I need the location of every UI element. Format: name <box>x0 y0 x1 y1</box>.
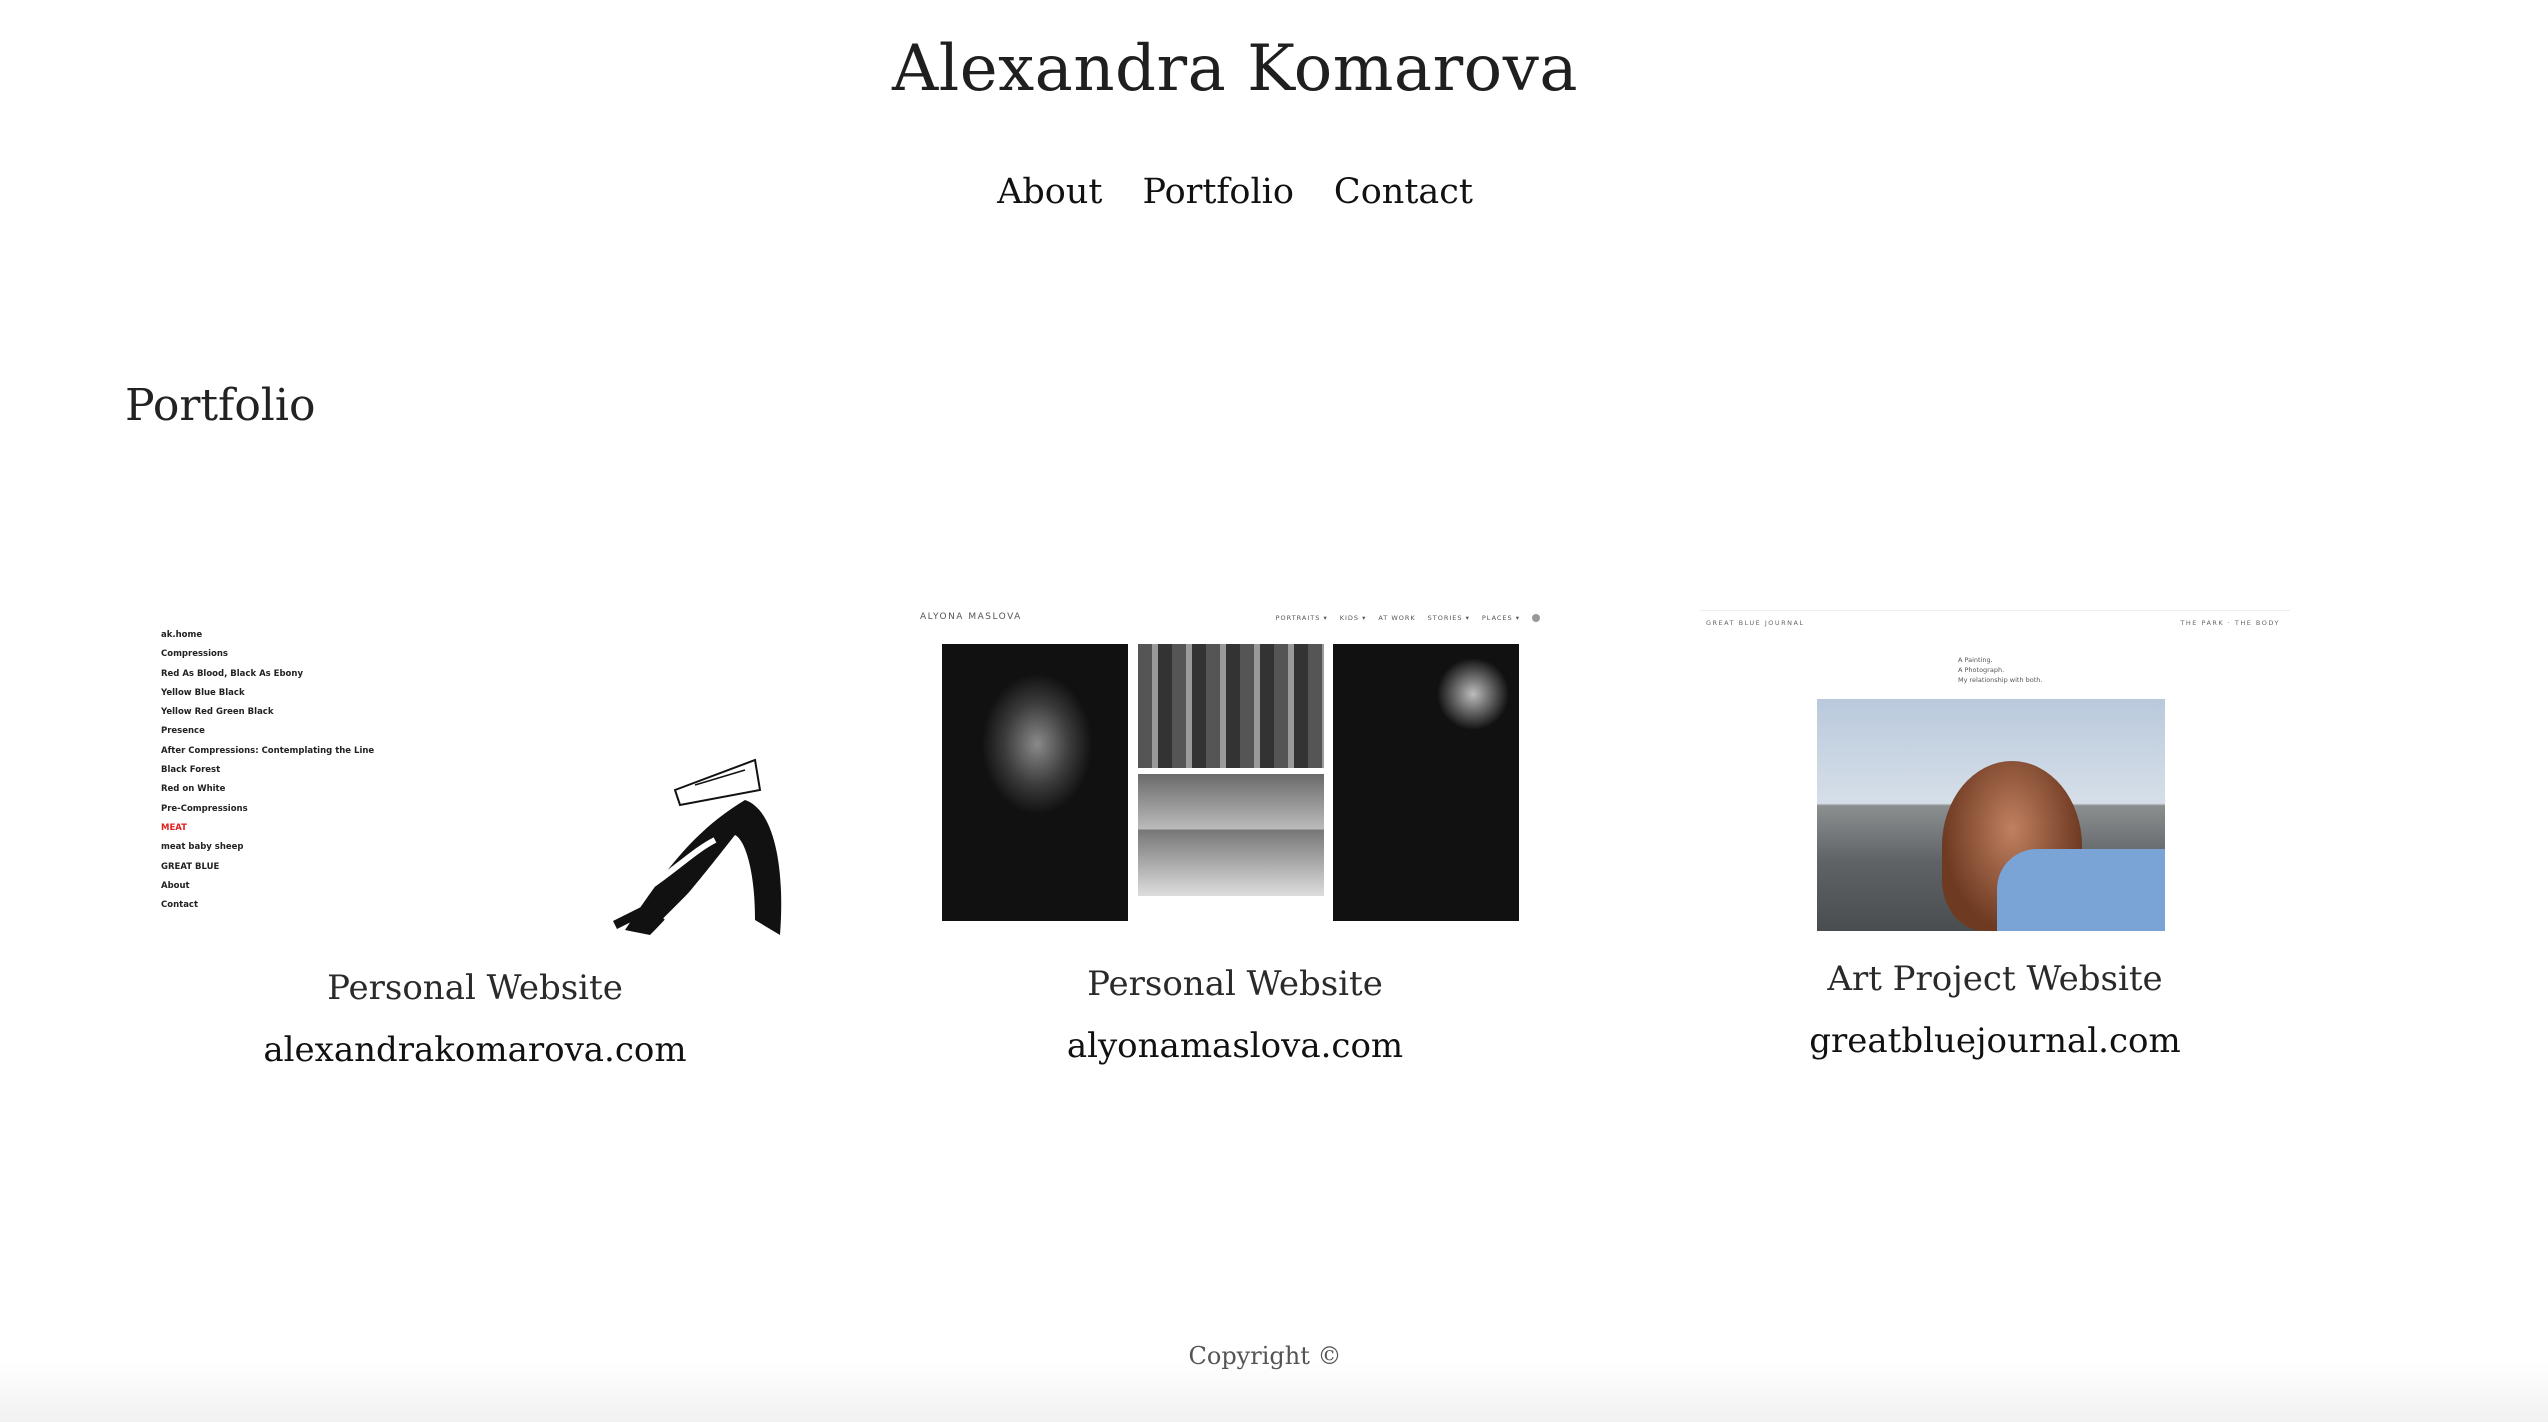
thumbnail-menu-item: STORIES ▾ <box>1427 614 1470 622</box>
thumbnail-menu-item-active: MEAT <box>161 822 187 833</box>
thumbnail-menu-item: About <box>161 880 190 891</box>
photo-figure-sweater <box>1997 849 2165 931</box>
main-nav: About Portfolio Contact <box>0 172 2470 212</box>
ink-drawing-image <box>612 758 782 935</box>
children-photo <box>1138 774 1324 896</box>
thumbnail-intro-line: My relationship with both. <box>1958 676 2043 684</box>
nav-portfolio[interactable]: Portfolio <box>1142 172 1293 212</box>
portfolio-card-2: ALYONA MASLOVA PORTRAITS ▾ KIDS ▾ AT WOR… <box>855 610 1615 1066</box>
project-kind-label: Art Project Website <box>1827 959 2163 999</box>
project-url-link[interactable]: alyonamaslova.com <box>855 1026 1615 1066</box>
thumbnail-menu-item: Pre-Compressions <box>161 803 248 814</box>
thumbnail-menu-list: ak.home Compressions Red As Blood, Black… <box>161 626 374 915</box>
thumbnail-intro-text: A Painting. A Photograph. My relationshi… <box>1958 655 2043 685</box>
tulips-photo <box>1333 644 1519 921</box>
thumbnail-menu-item: After Compressions: Contemplating the Li… <box>161 745 375 756</box>
thumbnail-menu-item: Yellow Blue Black <box>161 687 245 698</box>
project-kind-label: Personal Website <box>1087 964 1383 1004</box>
project-url-link[interactable]: alexandrakomarova.com <box>95 1030 855 1070</box>
thumbnail-menu-item: GREAT BLUE <box>161 861 220 872</box>
portrait-photo <box>942 644 1128 921</box>
thumbnail-menu-item: AT WORK <box>1378 614 1416 622</box>
thumbnail-menu-item: meat baby sheep <box>161 842 244 853</box>
thumbnail-menu-item: Contact <box>161 900 199 911</box>
thumbnail-menu-item: KIDS ▾ <box>1339 614 1367 622</box>
page-title: Portfolio <box>125 380 316 431</box>
thumbnail-menu-item: Presence <box>161 726 205 737</box>
nav-contact[interactable]: Contact <box>1334 172 1473 212</box>
site-title[interactable]: Alexandra Komarova <box>0 32 2470 106</box>
thumbnail-links: THE PARK · THE BODY <box>2180 619 2280 627</box>
thumbnail-intro-line: A Painting. <box>1958 656 1993 664</box>
nav-about[interactable]: About <box>997 172 1102 212</box>
thumbnail-intro-line: A Photograph. <box>1958 666 2005 674</box>
footer-copyright: Copyright © <box>1188 1342 1342 1370</box>
thumbnail-header: ALYONA MASLOVA PORTRAITS ▾ KIDS ▾ AT WOR… <box>920 610 1550 628</box>
journal-photo <box>1817 699 2165 931</box>
thumbnail-menu-item: PLACES ▾ <box>1481 614 1520 622</box>
portfolio-card-1: ak.home Compressions Red As Blood, Black… <box>95 610 855 1070</box>
thumbnail-menu-item: Yellow Red Green Black <box>161 707 274 718</box>
thumbnail-menu-item: Red on White <box>161 784 226 795</box>
thumbnail-menu-item: ak.home <box>161 630 203 640</box>
portfolio-card-3: GREAT BLUE JOURNAL THE PARK · THE BODY A… <box>1615 610 2375 1061</box>
portfolio-thumbnail-3[interactable]: GREAT BLUE JOURNAL THE PARK · THE BODY A… <box>1700 610 2290 941</box>
portfolio-thumbnail-1[interactable]: ak.home Compressions Red As Blood, Black… <box>145 610 805 940</box>
portfolio-thumbnail-2[interactable]: ALYONA MASLOVA PORTRAITS ▾ KIDS ▾ AT WOR… <box>920 610 1550 930</box>
thumbnail-brand: ALYONA MASLOVA <box>920 612 1022 622</box>
project-url-link[interactable]: greatbluejournal.com <box>1615 1021 2375 1061</box>
footer-background <box>0 1362 2548 1422</box>
thumbnail-menu-item: Compressions <box>161 649 228 660</box>
crowd-photo <box>1138 644 1324 768</box>
thumbnail-menu-item: Red As Blood, Black As Ebony <box>161 668 303 679</box>
thumbnail-menu-item: PORTRAITS ▾ <box>1275 614 1328 622</box>
thumbnail-brand: GREAT BLUE JOURNAL <box>1706 619 1805 627</box>
instagram-icon <box>1532 614 1540 622</box>
thumbnail-menu-item: Black Forest <box>161 765 221 776</box>
thumbnail-menu: PORTRAITS ▾ KIDS ▾ AT WORK STORIES ▾ PLA… <box>1276 614 1540 622</box>
project-kind-label: Personal Website <box>327 968 623 1008</box>
